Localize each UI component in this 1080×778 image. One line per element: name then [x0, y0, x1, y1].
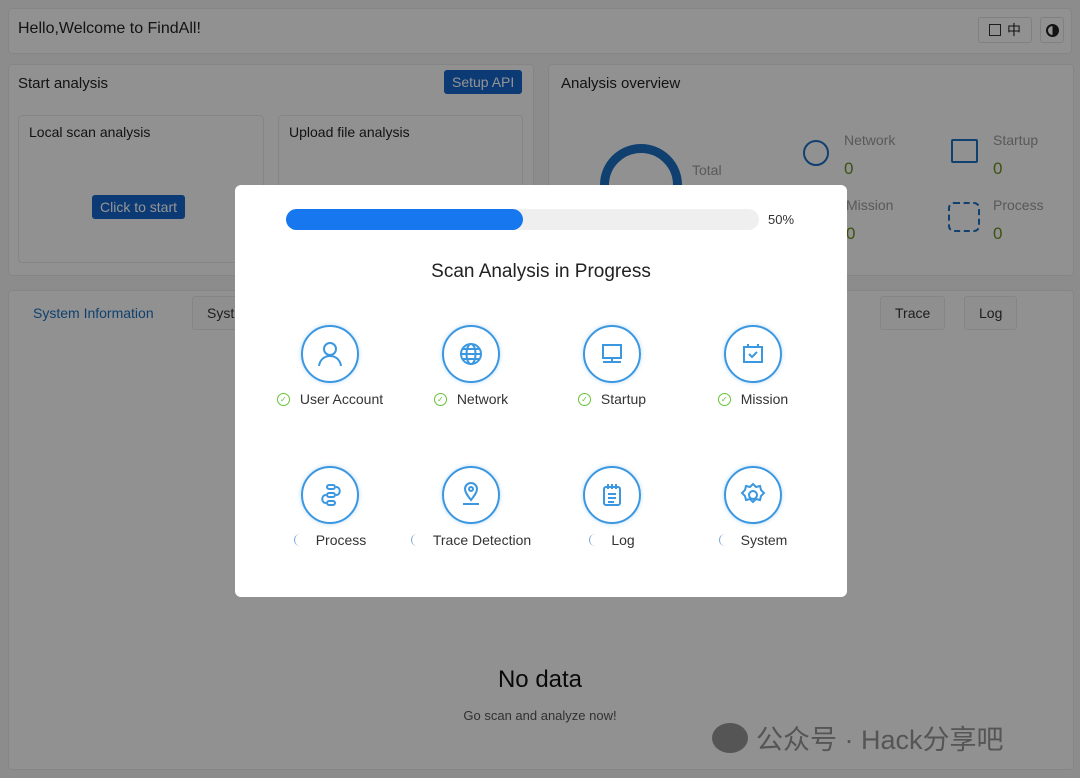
- user-icon: [318, 342, 342, 367]
- scan-item: System: [683, 466, 823, 548]
- scan-item-label: Trace Detection: [432, 532, 532, 548]
- scan-item: Trace Detection: [401, 466, 541, 548]
- scan-item-circle: [583, 325, 641, 383]
- scan-item-label: Process: [315, 532, 367, 548]
- scan-item-label: System: [740, 532, 788, 548]
- scan-item: Process: [260, 466, 400, 548]
- scan-item-label: Network: [456, 391, 509, 407]
- globe-icon: [460, 343, 482, 365]
- scan-item-circle: [442, 466, 500, 524]
- loading-spinner-icon: [589, 534, 601, 546]
- scan-item-circle: [724, 466, 782, 524]
- scan-item: Log: [542, 466, 682, 548]
- check-circle-icon: ✓: [276, 392, 290, 406]
- scan-item-circle: [301, 466, 359, 524]
- check-circle-icon: ✓: [577, 392, 591, 406]
- scan-item-label: Mission: [740, 391, 789, 407]
- monitor-icon: [602, 344, 622, 363]
- scan-item-label: Log: [611, 532, 635, 548]
- scan-item: ✓ Startup: [542, 325, 682, 407]
- progress-fill: [286, 209, 523, 230]
- scan-progress-modal: 50% Scan Analysis in Progress ✓ User Acco…: [235, 185, 847, 597]
- check-circle-icon: ✓: [433, 392, 447, 406]
- check-circle-icon: ✓: [717, 392, 731, 406]
- loading-spinner-icon: [718, 534, 731, 546]
- calendar-check-icon: [743, 344, 763, 363]
- scan-item-circle: [583, 466, 641, 524]
- wechat-icon: [712, 722, 748, 753]
- watermark-text: 公众号 · Hack分享吧: [756, 725, 1004, 755]
- scan-item-circle: [724, 325, 782, 383]
- progress-percent: 50%: [768, 212, 795, 227]
- loading-spinner-icon: [293, 534, 306, 546]
- gear-icon: [740, 482, 766, 504]
- modal-title: Scan Analysis in Progress: [431, 261, 651, 282]
- scan-item-label: User Account: [299, 391, 384, 407]
- watermark: 公众号 · Hack分享吧: [712, 718, 1004, 757]
- scan-item-label: Startup: [600, 391, 647, 407]
- scan-item-circle: [301, 325, 359, 383]
- scan-item: ✓ User Account: [260, 325, 400, 407]
- scan-item: ✓ Mission: [683, 325, 823, 407]
- scan-item-circle: [442, 325, 500, 383]
- progress-bar: [286, 209, 759, 230]
- scan-item: ✓ Network: [401, 325, 541, 407]
- process-flow-icon: [321, 484, 341, 506]
- location-pin-icon: [463, 482, 479, 505]
- log-list-icon: [603, 484, 621, 506]
- loading-spinner-icon: [410, 534, 423, 546]
